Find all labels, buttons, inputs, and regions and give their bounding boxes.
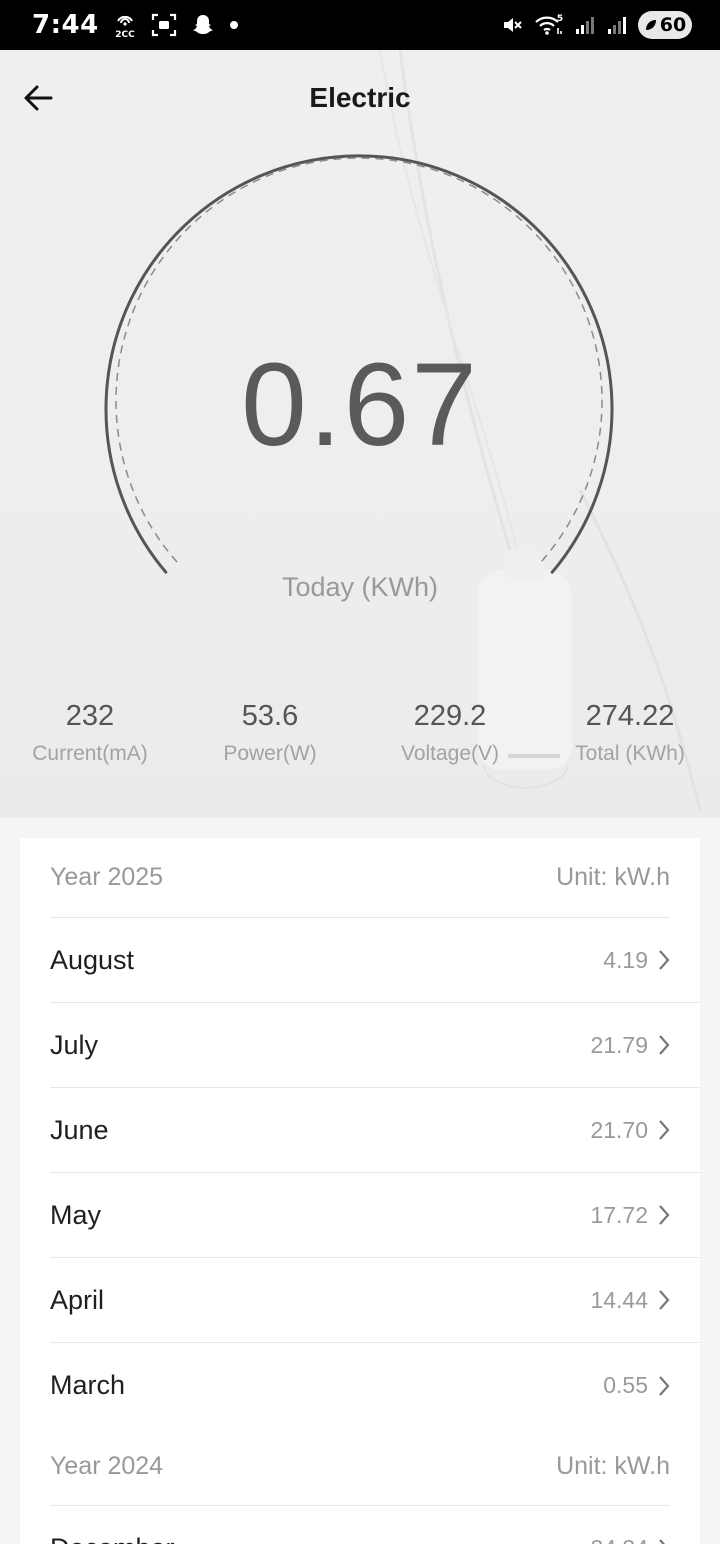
monthly-usage-card: Year 2025 Unit: kW.h August 4.19 July 21… [20, 838, 700, 1544]
battery-level: 60 [659, 14, 687, 36]
month-detail: 21.79 [590, 1032, 700, 1059]
unit-label: Unit: kW.h [556, 863, 670, 891]
month-value: 14.44 [590, 1286, 648, 1313]
hotspot-2cc-icon: 2CC [113, 11, 137, 39]
status-bar: 7:44 2CC 5 60 [0, 0, 720, 50]
year-header: Year 2025 Unit: kW.h [50, 838, 670, 918]
month-name: April [50, 1284, 105, 1315]
chevron-right-icon [658, 1289, 670, 1311]
month-row-march[interactable]: March 0.55 [50, 1343, 700, 1428]
svg-text:5: 5 [557, 14, 563, 24]
signal-icon [574, 14, 596, 36]
chevron-right-icon [658, 1375, 670, 1397]
month-value: 17.72 [590, 1201, 648, 1228]
today-energy-label: Today (KWh) [281, 572, 439, 602]
month-detail: 34.34 [590, 1535, 700, 1544]
hero-section: Electric 0.67 Today (KWh) 232 Current(mA… [0, 50, 720, 818]
month-name: December [50, 1533, 175, 1544]
month-detail: 0.55 [603, 1372, 700, 1399]
wifi-icon: 5 [534, 12, 564, 38]
chevron-right-icon [658, 1538, 670, 1544]
month-value: 4.19 [603, 946, 648, 973]
screenshot-icon [151, 12, 177, 38]
status-bar-left: 7:44 2CC [32, 10, 239, 40]
month-row-june[interactable]: June 21.70 [50, 1088, 700, 1173]
stat-label: Current(mA) [32, 742, 148, 765]
stat-label: Power(W) [223, 742, 317, 765]
month-row-august[interactable]: August 4.19 [50, 918, 700, 1003]
year-label: Year 2025 [50, 863, 164, 891]
chevron-right-icon [658, 1034, 670, 1056]
stat-value: 229.2 [413, 700, 487, 732]
month-value: 34.34 [590, 1535, 648, 1544]
month-value: 21.79 [590, 1031, 648, 1058]
page-title: Electric [309, 82, 411, 113]
month-value: 0.55 [603, 1372, 648, 1398]
battery-indicator: 60 [638, 11, 692, 39]
month-row-april[interactable]: April 14.44 [50, 1258, 700, 1343]
chevron-right-icon [658, 1204, 670, 1226]
chevron-right-icon [658, 1119, 670, 1141]
stat-value: 232 [65, 700, 115, 732]
unit-label: Unit: kW.h [556, 1452, 670, 1480]
today-energy-value: 0.67 [241, 339, 479, 471]
month-row-may[interactable]: May 17.72 [50, 1173, 700, 1258]
stat-total: 274.22 Total (KWh) [540, 696, 720, 766]
stat-power: 53.6 Power(W) [180, 696, 360, 766]
month-name: July [50, 1029, 99, 1060]
month-name: March [50, 1370, 126, 1400]
snapchat-icon [191, 13, 215, 37]
stat-value: 53.6 [241, 700, 299, 732]
stat-current: 232 Current(mA) [0, 696, 180, 766]
year-header: Year 2024 Unit: kW.h [50, 1428, 670, 1506]
svg-text:2CC: 2CC [115, 30, 135, 39]
year-label: Year 2024 [50, 1452, 164, 1480]
month-row-december[interactable]: December 34.34 [50, 1506, 700, 1544]
month-detail: 21.70 [590, 1117, 700, 1144]
status-bar-right: 5 60 [500, 11, 692, 39]
chevron-right-icon [658, 949, 670, 971]
month-detail: 4.19 [603, 947, 700, 974]
mute-icon [500, 13, 524, 37]
stats-row: 232 Current(mA) 53.6 Power(W) 229.2 Volt… [0, 696, 720, 766]
stat-voltage: 229.2 Voltage(V) [360, 696, 540, 766]
month-name: May [50, 1199, 102, 1230]
stat-label: Voltage(V) [400, 742, 500, 765]
month-row-july[interactable]: July 21.79 [50, 1003, 700, 1088]
month-detail: 14.44 [590, 1287, 700, 1314]
leaf-icon [645, 20, 656, 30]
status-time: 7:44 [32, 10, 99, 40]
stat-value: 274.22 [585, 700, 675, 732]
dot-icon [229, 20, 239, 30]
month-detail: 17.72 [590, 1202, 700, 1229]
stat-label: Total (KWh) [575, 742, 685, 765]
month-name: June [50, 1114, 109, 1145]
month-name: August [50, 944, 135, 975]
month-value: 21.70 [590, 1116, 648, 1143]
signal-icon [606, 14, 628, 36]
